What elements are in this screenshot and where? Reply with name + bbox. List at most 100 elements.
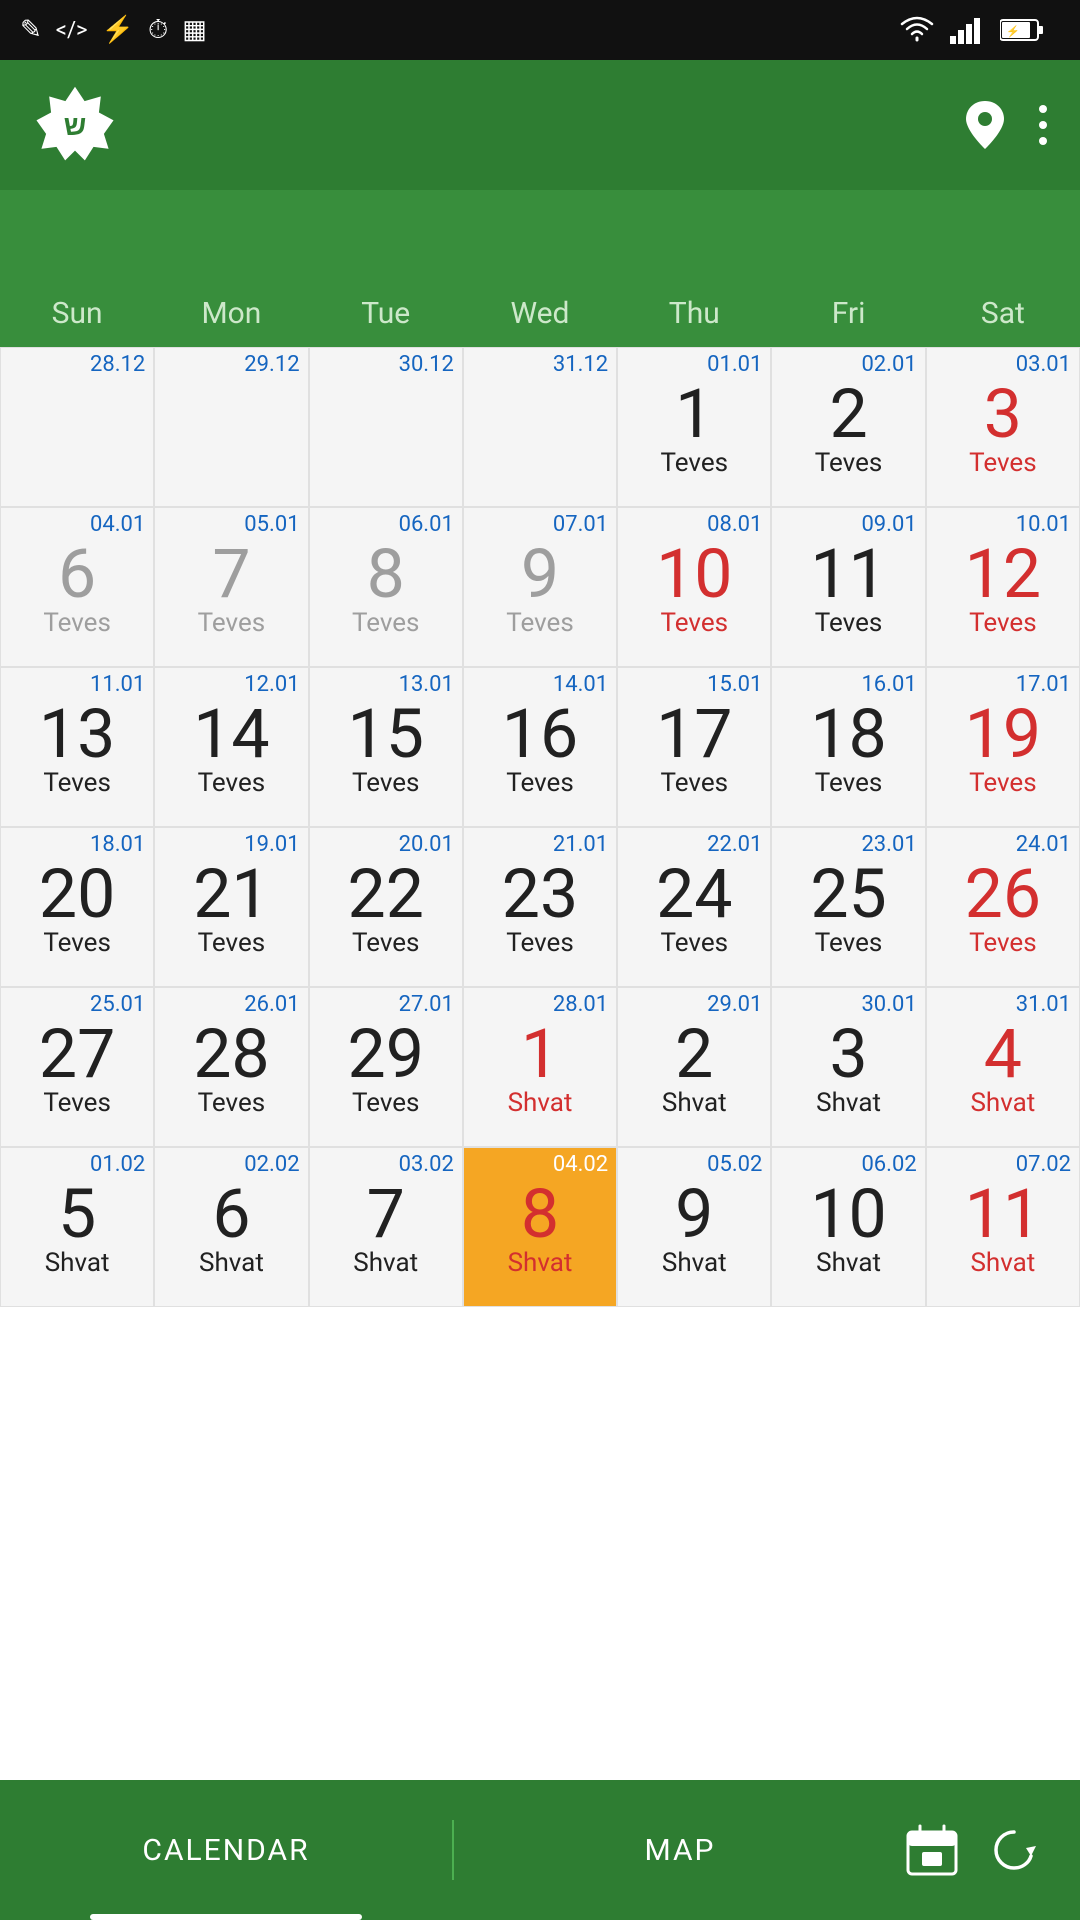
cal-cell[interactable]: 07.019Teves	[463, 507, 617, 667]
cell-gregorian-date: 03.01	[1016, 354, 1071, 376]
cal-cell[interactable]: 03.013Teves	[926, 347, 1080, 507]
cal-cell[interactable]: 01.025Shvat	[0, 1147, 154, 1307]
status-bar-right: ⚡	[898, 16, 1060, 44]
cal-cell[interactable]: 30.12	[309, 347, 463, 507]
battery-icon: ⚡	[1000, 16, 1046, 44]
cal-cell[interactable]: 03.027Shvat	[309, 1147, 463, 1307]
cal-cell[interactable]: 04.016Teves	[0, 507, 154, 667]
cal-cell[interactable]: 02.012Teves	[771, 347, 925, 507]
day-header-thu: Thu	[617, 290, 771, 337]
cal-cell[interactable]: 29.12	[154, 347, 308, 507]
cell-hebrew-date: Shvat	[508, 1090, 573, 1116]
cell-gregorian-date: 27.01	[399, 994, 454, 1016]
cell-gregorian-date: 25.01	[90, 994, 145, 1016]
cal-cell[interactable]: 28.12	[0, 347, 154, 507]
cell-gregorian-date: 10.01	[1016, 514, 1071, 536]
cell-gregorian-date: 30.01	[861, 994, 916, 1016]
cell-hebrew-date: Teves	[43, 770, 111, 796]
more-options-icon[interactable]	[1036, 101, 1050, 149]
cal-cell[interactable]: 08.01 10Teves	[617, 507, 771, 667]
cell-day-number: 16	[502, 700, 578, 768]
cal-cell[interactable]: 21.0123Teves	[463, 827, 617, 987]
cal-cell[interactable]: 15.0117Teves	[617, 667, 771, 827]
cal-cell[interactable]: 27.0129Teves	[309, 987, 463, 1147]
cal-cell[interactable]: 01.011Teves	[617, 347, 771, 507]
cell-day-number: 18	[810, 700, 886, 768]
cal-cell[interactable]: 06.0210Shvat	[771, 1147, 925, 1307]
cell-hebrew-date: Teves	[352, 610, 420, 636]
cal-cell[interactable]: 17.0119Teves	[926, 667, 1080, 827]
bottom-tab-map[interactable]: MAP	[454, 1780, 906, 1920]
cal-cell[interactable]: 25.01 27Teves	[0, 987, 154, 1147]
cal-cell[interactable]: 06.018Teves	[309, 507, 463, 667]
svg-text:ש: ש	[64, 109, 87, 142]
cell-day-number: 29	[347, 1020, 423, 1088]
bottom-tab-label: MAP	[645, 1833, 716, 1868]
cell-day-number: 1	[521, 1020, 559, 1088]
cell-hebrew-date: Teves	[43, 610, 111, 636]
cal-cell[interactable]: 13.0115Teves	[309, 667, 463, 827]
barcode-icon: ▦	[182, 15, 207, 45]
refresh-icon[interactable]	[988, 1824, 1040, 1876]
cal-cell[interactable]: 10.0112Teves	[926, 507, 1080, 667]
cell-gregorian-date: 30.12	[399, 354, 454, 376]
cell-hebrew-date: Teves	[815, 610, 883, 636]
cell-gregorian-date: 16.01	[861, 674, 916, 696]
cell-hebrew-date: Shvat	[508, 1250, 573, 1276]
cell-gregorian-date: 01.02	[90, 1154, 145, 1176]
calendar-today-icon[interactable]	[906, 1824, 958, 1876]
cal-cell[interactable]: 09.0111Teves	[771, 507, 925, 667]
cal-cell[interactable]: 26.0128Teves	[154, 987, 308, 1147]
cal-cell[interactable]: 11.0113Teves	[0, 667, 154, 827]
day-header-fri: Fri	[771, 290, 925, 337]
cell-gregorian-date: 05.01	[244, 514, 299, 536]
cell-day-number: 14	[193, 700, 269, 768]
cal-cell[interactable]: 07.0211Shvat	[926, 1147, 1080, 1307]
cell-day-number: 11	[965, 1180, 1041, 1248]
usb-icon: ⚡	[102, 15, 134, 45]
cal-cell[interactable]: 24.0126Teves	[926, 827, 1080, 987]
cell-hebrew-date: Teves	[43, 1090, 111, 1116]
cal-cell[interactable]: 30.013Shvat	[771, 987, 925, 1147]
location-icon[interactable]	[964, 99, 1006, 151]
cal-cell[interactable]: 23.0125Teves	[771, 827, 925, 987]
cal-cell[interactable]: 02.026Shvat	[154, 1147, 308, 1307]
cal-cell[interactable]: 28.01 1Shvat	[463, 987, 617, 1147]
cell-hebrew-date: Teves	[969, 770, 1037, 796]
cell-gregorian-date: 08.01	[707, 514, 762, 536]
day-header-wed: Wed	[463, 290, 617, 337]
cell-day-number: 8	[367, 540, 405, 608]
cell-gregorian-date: 20.01	[399, 834, 454, 856]
cal-cell[interactable]: 19.0121Teves	[154, 827, 308, 987]
cal-cell[interactable]: 16.0118Teves	[771, 667, 925, 827]
cal-cell[interactable]: 20.0122Teves	[309, 827, 463, 987]
cal-cell[interactable]: 31.014Shvat	[926, 987, 1080, 1147]
cell-day-number: 1	[675, 380, 713, 448]
cal-cell[interactable]: 05.017Teves	[154, 507, 308, 667]
cell-gregorian-date: 28.12	[90, 354, 145, 376]
cal-cell[interactable]: 05.029Shvat	[617, 1147, 771, 1307]
cell-hebrew-date: Teves	[661, 610, 729, 636]
cell-hebrew-date: Shvat	[970, 1090, 1035, 1116]
cal-cell[interactable]: 04.028Shvat	[463, 1147, 617, 1307]
cell-hebrew-date: Shvat	[353, 1250, 418, 1276]
cal-cell[interactable]: 22.0124Teves	[617, 827, 771, 987]
cell-gregorian-date: 03.02	[399, 1154, 454, 1176]
cell-day-number: 10	[656, 540, 732, 608]
cell-day-number: 3	[829, 1020, 867, 1088]
cell-day-number: 26	[965, 860, 1041, 928]
svg-text:⚡: ⚡	[1006, 25, 1020, 38]
cal-cell[interactable]: 29.012Shvat	[617, 987, 771, 1147]
cell-gregorian-date: 28.01	[553, 994, 608, 1016]
cell-gregorian-date: 13.01	[399, 674, 454, 696]
cal-cell[interactable]: 18.0120Teves	[0, 827, 154, 987]
cell-hebrew-date: Shvat	[199, 1250, 264, 1276]
cal-cell[interactable]: 12.0114Teves	[154, 667, 308, 827]
cell-gregorian-date: 07.01	[553, 514, 608, 536]
cal-cell[interactable]: 14.0116Teves	[463, 667, 617, 827]
cell-day-number: 27	[39, 1020, 115, 1088]
cal-cell[interactable]: 31.12	[463, 347, 617, 507]
bottom-tab-calendar[interactable]: CALENDAR	[0, 1780, 452, 1920]
day-header-mon: Mon	[154, 290, 308, 337]
month-navigation	[0, 190, 1080, 290]
